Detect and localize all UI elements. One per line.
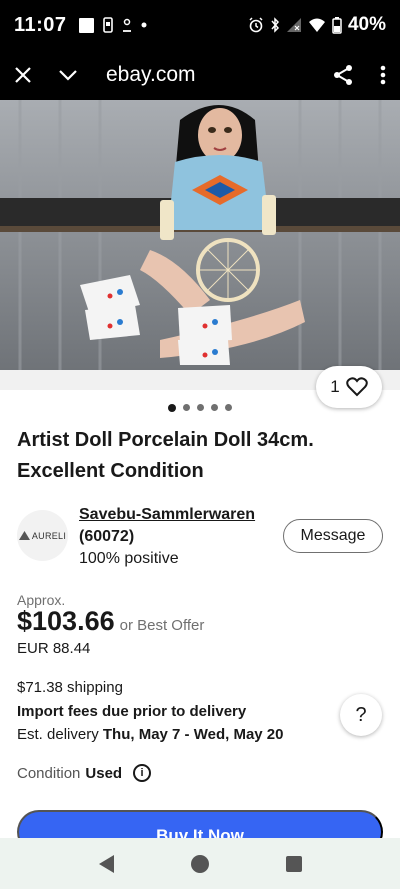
signal-icon [286,18,301,32]
more-vertical-icon[interactable] [380,65,386,85]
delivery-dates: Thu, May 7 - Wed, May 20 [102,726,284,743]
watch-button[interactable]: 1 [316,366,382,408]
import-fees-notice: Import fees due prior to delivery [17,703,247,720]
condition-value: Used [85,764,123,782]
image-pagination [0,403,400,412]
battery-icon [332,16,342,34]
estimated-delivery: Est. delivery Thu, May 7 - Wed, May 20 [17,726,283,743]
pagination-dot[interactable] [168,403,176,412]
wifi-icon [308,18,325,32]
dot-icon [141,22,147,28]
seller-name-link[interactable]: Savebu-Sammlerwaren [79,506,255,524]
message-button[interactable]: Message [283,519,383,553]
original-price: EUR 88.44 [17,640,91,657]
delivery-label: Est. delivery [17,726,99,743]
person-icon [122,18,131,32]
chevron-down-icon[interactable] [58,69,78,81]
seller-avatar[interactable]: AURELI [17,510,68,561]
info-icon[interactable]: i [133,764,152,782]
system-icons: 40% [248,14,386,36]
home-icon[interactable] [190,854,209,873]
url-display[interactable]: ebay.com [106,63,196,87]
back-icon[interactable] [98,854,114,873]
status-bar: 11:07 40% [0,0,400,50]
price: $103.66 [17,606,115,636]
pagination-dot[interactable] [197,404,204,411]
phone-icon [102,17,113,33]
system-nav-bar [0,838,400,889]
condition-row: Condition Used i [17,764,152,782]
logo-icon [18,531,30,540]
bluetooth-icon [271,17,279,33]
share-icon[interactable] [332,64,354,86]
browser-toolbar: ebay.com [0,50,400,100]
help-button[interactable]: ? [340,694,382,736]
best-offer-label: or Best Offer [119,617,205,634]
price-row: $103.66 or Best Offer [17,606,204,637]
close-icon[interactable] [14,66,32,84]
pagination-dot[interactable] [211,404,218,411]
notification-icons [78,17,147,33]
seller-positive-rating: 100% positive [79,550,179,567]
seller-feedback-score: (60072) [79,528,135,545]
status-time: 11:07 [14,13,67,36]
battery-percent: 40% [347,14,386,35]
seller-info: AURELI Savebu-Sammlerwaren (60072) 100% … [17,506,383,570]
pagination-dot[interactable] [183,404,190,411]
recents-icon[interactable] [285,855,302,872]
heart-icon [345,377,368,397]
listing-title: Artist Doll Porcelain Doll 34cm. Excelle… [17,429,314,482]
shipping-cost: $71.38 shipping [17,679,123,696]
condition-label: Condition [17,764,81,782]
pagination-dot[interactable] [225,404,232,411]
square-icon [78,17,94,33]
product-image[interactable] [0,100,400,370]
watch-count: 1 [330,377,340,396]
alarm-icon [249,17,263,33]
avatar-text: AURELI [31,530,67,541]
